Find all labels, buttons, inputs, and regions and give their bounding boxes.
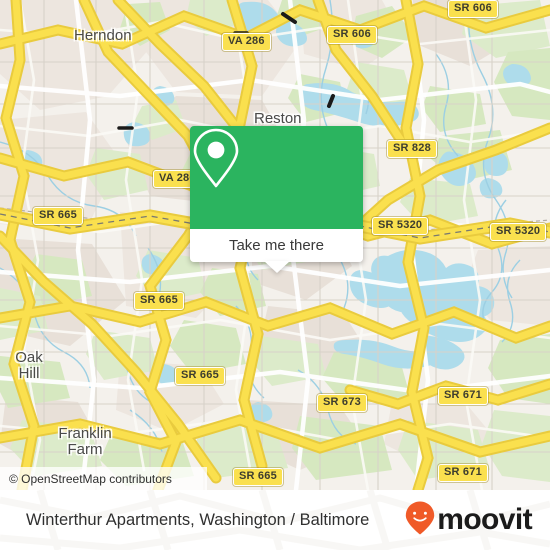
highway-shield: SR 671	[438, 387, 488, 405]
moovit-logo[interactable]: moovit	[405, 501, 533, 540]
moovit-wordmark: moovit	[437, 503, 532, 536]
osm-attribution-text: © OpenStreetMap contributors	[9, 471, 172, 486]
callout-pointer-tail	[263, 261, 290, 273]
page-caption: Winterthur Apartments, Washington / Balt…	[26, 510, 370, 529]
map-canvas[interactable]: .wtr { fill:#AEDCEB; } .wline{ fill:none…	[0, 0, 550, 490]
footer-bar: Winterthur Apartments, Washington / Balt…	[0, 490, 550, 550]
highway-shield: SR 5320	[372, 217, 429, 235]
highway-shield: SR 671	[438, 464, 488, 482]
highway-shield: SR 665	[233, 468, 283, 486]
location-callout-card[interactable]: Take me there	[190, 126, 363, 273]
take-me-there-label: Take me there	[228, 237, 325, 254]
highway-shield: SR 828	[387, 140, 437, 158]
highway-shield: SR 665	[175, 367, 225, 385]
moovit-map-screenshot: .wtr { fill:#AEDCEB; } .wline{ fill:none…	[0, 0, 550, 550]
take-me-there-button[interactable]: Take me there	[190, 229, 363, 273]
highway-shield: SR 5320	[490, 223, 547, 241]
highway-shield: SR 665	[134, 292, 184, 310]
callout-header	[190, 126, 363, 229]
highway-shield: SR 673	[317, 394, 367, 412]
highway-shield: SR 606	[448, 0, 498, 18]
osm-attribution[interactable]: © OpenStreetMap contributors	[0, 467, 207, 490]
highway-shield: SR 606	[327, 26, 377, 44]
highway-shield: VA 286	[222, 33, 271, 51]
moovit-pin-smiley-icon	[405, 501, 435, 540]
highway-shield: SR 665	[33, 207, 83, 225]
